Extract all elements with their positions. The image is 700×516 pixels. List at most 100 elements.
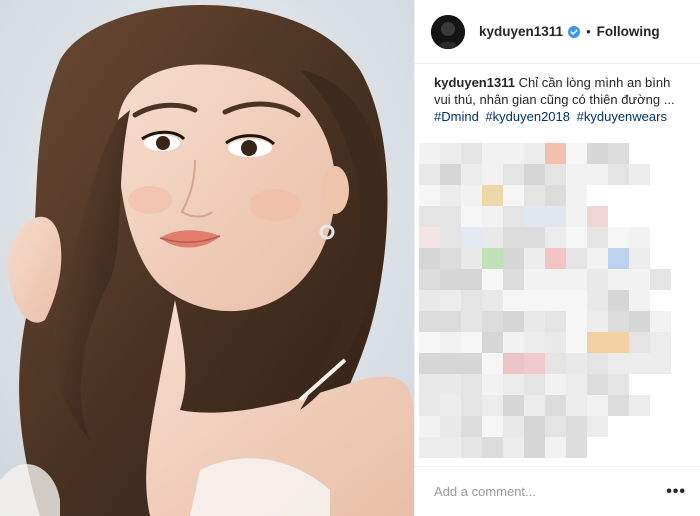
mosaic-tile	[524, 374, 545, 395]
mosaic-tile	[524, 248, 545, 269]
mosaic-tile	[482, 185, 503, 206]
mosaic-tile	[440, 374, 461, 395]
following-button[interactable]: Following	[597, 24, 660, 39]
post-side-panel: kyduyen1311 • Following kyduyen1311 Chỉ …	[414, 0, 700, 516]
mosaic-tile	[629, 164, 650, 185]
mosaic-tile	[419, 248, 440, 269]
mosaic-tile	[608, 269, 629, 290]
mosaic-tile	[650, 269, 671, 290]
mosaic-tile	[524, 290, 545, 311]
header-username[interactable]: kyduyen1311	[479, 24, 563, 39]
portrait-image	[0, 0, 414, 516]
mosaic-tile	[482, 227, 503, 248]
header-separator: •	[586, 24, 591, 39]
mosaic-tile	[461, 290, 482, 311]
mosaic-tile	[440, 164, 461, 185]
post-photo[interactable]	[0, 0, 414, 516]
mosaic-tile	[524, 332, 545, 353]
mosaic-tile	[650, 311, 671, 332]
caption-username[interactable]: kyduyen1311	[434, 75, 515, 90]
mosaic-tile	[440, 311, 461, 332]
mosaic-tile	[566, 374, 587, 395]
mosaic-tile	[566, 353, 587, 374]
mosaic-tile	[566, 311, 587, 332]
mosaic-tile	[566, 395, 587, 416]
mosaic-tile	[461, 332, 482, 353]
mosaic-tile	[545, 416, 566, 437]
mosaic-tile	[545, 206, 566, 227]
post-header: kyduyen1311 • Following	[415, 0, 700, 64]
mosaic-tile	[524, 416, 545, 437]
mosaic-tile	[629, 227, 650, 248]
mosaic-tile	[587, 164, 608, 185]
mosaic-tile	[545, 374, 566, 395]
mosaic-tile	[503, 332, 524, 353]
mosaic-tile	[482, 143, 503, 164]
mosaic-tile	[545, 227, 566, 248]
mosaic-tile	[608, 143, 629, 164]
mosaic-tile	[545, 143, 566, 164]
mosaic-tile	[587, 143, 608, 164]
mosaic-tile	[461, 269, 482, 290]
mosaic-tile	[503, 374, 524, 395]
mosaic-tile	[587, 227, 608, 248]
mosaic-tile	[461, 416, 482, 437]
mosaic-tile	[566, 143, 587, 164]
mosaic-tile	[482, 164, 503, 185]
mosaic-tile	[608, 164, 629, 185]
mosaic-tile	[587, 206, 608, 227]
mosaic-tile	[608, 353, 629, 374]
mosaic-tile	[482, 311, 503, 332]
mosaic-tile	[482, 290, 503, 311]
mosaic-tile	[629, 248, 650, 269]
hashtag-link[interactable]: #kyduyenwears	[577, 109, 667, 124]
mosaic-tile	[461, 437, 482, 458]
mosaic-tile	[650, 332, 671, 353]
mosaic-tile	[629, 395, 650, 416]
mosaic-tile	[440, 332, 461, 353]
mosaic-tile	[629, 290, 650, 311]
mosaic-tile	[461, 374, 482, 395]
mosaic-tile	[419, 164, 440, 185]
mosaic-tile	[440, 416, 461, 437]
mosaic-tile	[419, 353, 440, 374]
mosaic-tile	[419, 269, 440, 290]
caption-hashtags: #Dmind #kyduyen2018 #kyduyenwears	[434, 108, 686, 125]
mosaic-tile	[503, 269, 524, 290]
more-options-icon[interactable]: •••	[666, 483, 686, 501]
mosaic-tile	[461, 143, 482, 164]
mosaic-tile	[503, 290, 524, 311]
mosaic-tile	[482, 248, 503, 269]
mosaic-tile	[482, 353, 503, 374]
mosaic-tile	[608, 248, 629, 269]
mosaic-tile	[524, 437, 545, 458]
mosaic-tile	[545, 437, 566, 458]
mosaic-tile	[545, 353, 566, 374]
mosaic-tile	[587, 374, 608, 395]
mosaic-tile	[566, 164, 587, 185]
mosaic-tile	[419, 332, 440, 353]
mosaic-tile	[545, 332, 566, 353]
mosaic-tile	[545, 290, 566, 311]
mosaic-tile	[461, 311, 482, 332]
hashtag-link[interactable]: #Dmind	[434, 109, 479, 124]
mosaic-tile	[440, 227, 461, 248]
mosaic-tile	[566, 206, 587, 227]
mosaic-tile	[482, 437, 503, 458]
mosaic-tile	[587, 416, 608, 437]
mosaic-tile	[629, 269, 650, 290]
hashtag-link[interactable]: #kyduyen2018	[485, 109, 570, 124]
mosaic-tile	[545, 395, 566, 416]
mosaic-tile	[566, 332, 587, 353]
comment-input[interactable]	[434, 484, 667, 499]
mosaic-tile	[629, 311, 650, 332]
mosaic-tile	[566, 227, 587, 248]
mosaic-tile	[566, 416, 587, 437]
mosaic-tile	[440, 143, 461, 164]
mosaic-tile	[608, 395, 629, 416]
mosaic-tile	[440, 185, 461, 206]
avatar[interactable]	[431, 14, 465, 49]
mosaic-tile	[566, 290, 587, 311]
instagram-post: kyduyen1311 • Following kyduyen1311 Chỉ …	[0, 0, 700, 516]
mosaic-tile	[461, 164, 482, 185]
